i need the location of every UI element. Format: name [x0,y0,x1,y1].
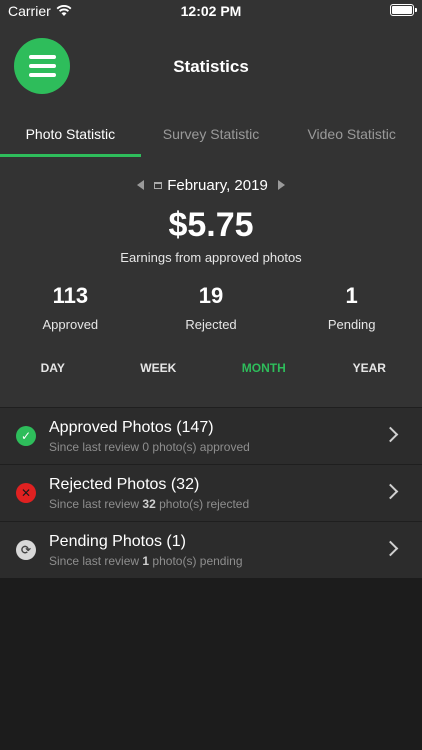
chevron-right-icon [382,483,399,500]
list-item-title: Rejected Photos (32) [49,476,200,493]
photo-status-list: ✓ Approved Photos (147) Since last revie… [0,407,422,578]
period-week[interactable]: WEEK [106,352,212,407]
since-count: 32 [142,497,156,511]
stat-value: 1 [345,283,358,308]
list-item-subtitle: Since last review 0 photo(s) approved [49,440,250,454]
stat-pending: 1 Pending [281,283,422,332]
stats-summary: 113 Approved 19 Rejected 1 Pending [0,283,422,332]
since-count: 0 [142,440,150,454]
stat-label: Rejected [185,317,237,332]
chevron-right-icon [382,426,399,443]
list-item-subtitle: Since last review 32 photo(s) rejected [49,497,250,511]
earnings-amount: $5.75 [168,206,254,244]
stat-rejected: 19 Rejected [141,283,282,332]
since-count: 1 [142,554,150,568]
stat-label: Approved [42,317,99,332]
earnings-label: Earnings from approved photos [120,250,302,265]
status-time: 12:02 PM [180,3,242,19]
date-picker[interactable]: February, 2019 [154,177,268,194]
date-label: February, 2019 [167,176,268,194]
list-item-rejected[interactable]: ✕ Rejected Photos (32) Since last review… [0,464,422,521]
stat-label: Pending [327,317,376,332]
list-item-title: Approved Photos (147) [49,419,214,436]
tab-photo-statistic[interactable]: Photo Statistic [0,108,141,157]
x-circle-icon: ✕ [16,483,36,503]
list-item-title: Pending Photos (1) [49,533,186,550]
list-item-approved[interactable]: ✓ Approved Photos (147) Since last revie… [0,407,422,464]
stat-approved: 113 Approved [0,283,141,332]
period-month[interactable]: MONTH [211,352,317,407]
check-circle-icon: ✓ [16,426,36,446]
stat-value: 113 [52,283,89,308]
period-day[interactable]: DAY [0,352,106,407]
next-month-icon[interactable] [277,180,285,190]
tab-video-statistic[interactable]: Video Statistic [281,108,422,157]
nav-bar: Statistics [0,24,422,108]
refresh-circle-icon: ⟳ [16,540,36,560]
page-title: Statistics [173,57,249,76]
stat-tabs: Photo Statistic Survey Statistic Video S… [0,108,422,157]
battery-icon [390,4,417,16]
period-selector: DAY WEEK MONTH YEAR [0,352,422,407]
calendar-icon [154,181,163,189]
status-bar: Carrier 12:02 PM [0,0,422,24]
list-item-subtitle: Since last review 1 photo(s) pending [49,554,243,568]
period-year[interactable]: YEAR [317,352,422,407]
tab-survey-statistic[interactable]: Survey Statistic [141,108,282,157]
list-item-pending[interactable]: ⟳ Pending Photos (1) Since last review 1… [0,521,422,578]
previous-month-icon[interactable] [137,180,145,190]
stat-value: 19 [198,283,224,308]
chevron-right-icon [382,540,399,557]
date-selector: February, 2019 [0,175,422,195]
header-panel: Carrier 12:02 PM Statistics Photo Statis… [0,0,422,407]
